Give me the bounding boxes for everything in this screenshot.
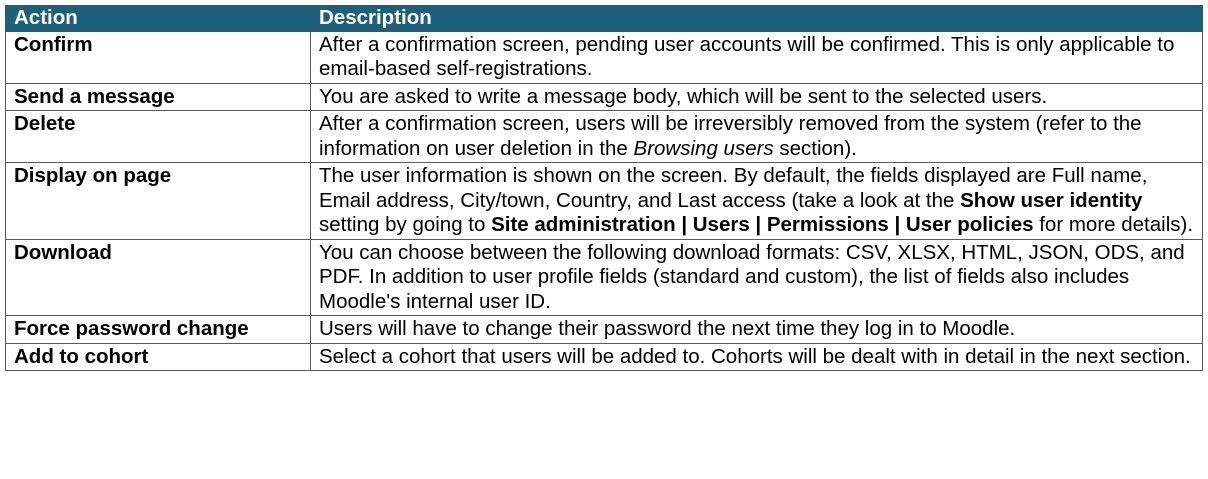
action-cell: Send a message	[5, 82, 311, 111]
table-row: Download You can choose between the follo…	[5, 238, 1203, 316]
table-row: Force password change Users will have to …	[5, 315, 1203, 344]
action-cell: Confirm	[5, 30, 311, 84]
table-body: Confirm After a confirmation screen, pend…	[5, 30, 1203, 371]
action-cell: Delete	[5, 110, 311, 163]
action-cell: Force password change	[5, 315, 311, 344]
description-cell: You are asked to write a message body, w…	[310, 82, 1203, 111]
description-cell: Select a cohort that users will be added…	[310, 342, 1203, 371]
header-row: Action Description	[5, 5, 1203, 32]
header-description: Description	[310, 5, 1203, 32]
action-cell: Display on page	[5, 162, 311, 240]
description-text: You can choose between the following dow…	[319, 240, 1185, 313]
table-row: Add to cohort Select a cohort that users …	[5, 342, 1203, 371]
description-text: Users will have to change their password…	[319, 317, 1016, 340]
description-cell: After a confirmation screen, pending use…	[310, 30, 1203, 84]
action-cell: Add to cohort	[5, 342, 311, 371]
bold-text: Site administration | Users | Permission…	[491, 213, 1034, 236]
description-cell: The user information is shown on the scr…	[310, 162, 1203, 240]
description-cell: Users will have to change their password…	[310, 315, 1203, 344]
description-cell: After a confirmation screen, users will …	[310, 110, 1203, 163]
description-cell: You can choose between the following dow…	[310, 238, 1203, 316]
table-row: Send a message You are asked to write a m…	[5, 82, 1203, 111]
actions-table: Action Description Confirm After a confir…	[5, 5, 1203, 371]
description-text: After a confirmation screen, pending use…	[319, 32, 1175, 81]
bold-text: Show user identity	[960, 188, 1143, 212]
header-action: Action	[5, 5, 311, 32]
table-row: Confirm After a confirmation screen, pend…	[5, 30, 1203, 84]
description-text: for more details).	[1033, 213, 1194, 236]
table-row: Delete After a confirmation screen, users…	[5, 110, 1203, 163]
table-row: Display on page The user information is s…	[5, 162, 1203, 240]
description-text: section).	[773, 136, 857, 160]
description-text: You are asked to write a message body, w…	[319, 84, 1048, 108]
italic-text: Browsing users	[633, 136, 774, 160]
description-text: setting by going to	[319, 213, 492, 236]
action-cell: Download	[5, 238, 311, 316]
description-text: Select a cohort that users will be added…	[319, 344, 1191, 368]
